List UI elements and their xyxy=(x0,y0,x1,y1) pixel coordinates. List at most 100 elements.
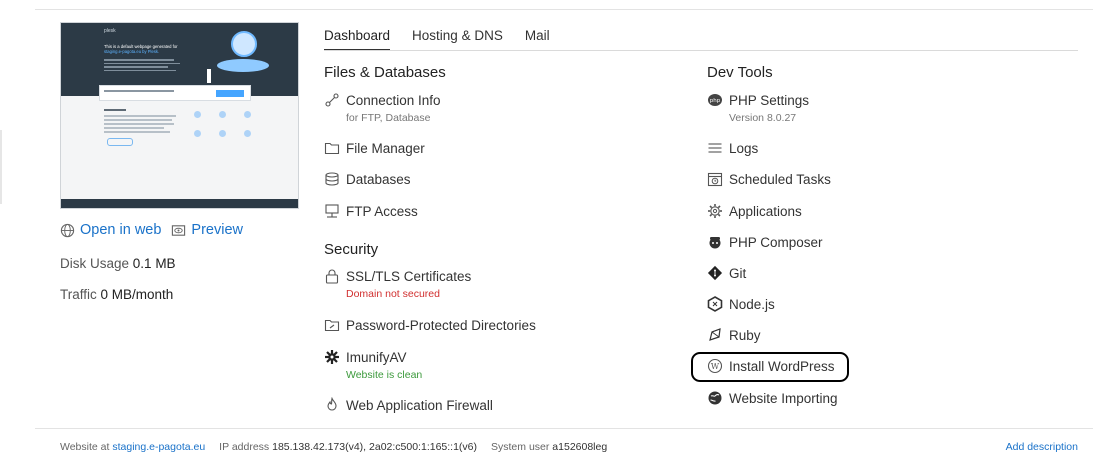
thumbnail-footer xyxy=(61,199,298,208)
ruby-icon xyxy=(707,327,723,343)
applications-item[interactable]: Applications xyxy=(707,204,802,220)
thumbnail-disc xyxy=(217,59,269,72)
thumbnail-text-lines xyxy=(104,59,184,73)
website-domain-link[interactable]: staging.e-pagota.eu xyxy=(112,441,205,453)
imunifyav-label: ImunifyAV xyxy=(346,350,407,365)
nodejs-icon xyxy=(707,296,723,312)
file-manager-label: File Manager xyxy=(346,141,425,156)
ruby-label: Ruby xyxy=(729,328,761,343)
php-icon: php xyxy=(707,92,723,108)
website-importing-label: Website Importing xyxy=(729,391,838,406)
preview-actions: Open in web Preview xyxy=(60,222,243,238)
thumbnail-body-text xyxy=(104,109,176,135)
folder-icon xyxy=(324,140,340,156)
thumbnail-orb xyxy=(231,31,257,57)
php-settings-item[interactable]: php PHP Settings Version 8.0.27 xyxy=(707,93,809,124)
left-edge-divider xyxy=(0,130,2,204)
ip-value: 185.138.42.173(v4), 2a02:c500:1:165::1(v… xyxy=(272,441,478,453)
protected-folder-icon xyxy=(324,317,340,333)
composer-icon xyxy=(707,234,723,250)
file-manager-item[interactable]: File Manager xyxy=(324,141,425,157)
ssl-certificates-item[interactable]: SSL/TLS Certificates Domain not secured xyxy=(324,269,471,300)
ssl-certificates-label: SSL/TLS Certificates xyxy=(346,269,472,284)
system-user-label: System user xyxy=(491,441,550,453)
thumbnail-figure xyxy=(207,69,211,83)
databases-item[interactable]: Databases xyxy=(324,172,411,188)
open-in-web-link[interactable]: Open in web xyxy=(80,222,161,238)
ftp-access-item[interactable]: FTP Access xyxy=(324,204,418,220)
nodejs-label: Node.js xyxy=(729,297,775,312)
tab-divider xyxy=(324,50,1078,51)
php-version: Version 8.0.27 xyxy=(729,112,797,124)
traffic-label: Traffic xyxy=(60,287,97,302)
top-divider xyxy=(35,9,1093,10)
php-composer-item[interactable]: PHP Composer xyxy=(707,235,823,251)
globe-import-icon xyxy=(707,390,723,406)
website-thumbnail[interactable]: plesk This is a default webpage generate… xyxy=(60,22,299,209)
files-databases-heading: Files & Databases xyxy=(324,64,446,81)
footer-divider xyxy=(35,428,1093,429)
tab-bar: Dashboard Hosting & DNS Mail xyxy=(324,28,572,51)
gear-icon xyxy=(707,203,723,219)
waf-item[interactable]: Web Application Firewall xyxy=(324,396,493,414)
connection-icon xyxy=(324,92,340,108)
preview-link[interactable]: Preview xyxy=(191,222,243,238)
logs-label: Logs xyxy=(729,141,759,156)
thumbnail-feature-icon xyxy=(194,111,201,118)
ruby-item[interactable]: Ruby xyxy=(707,328,761,344)
waf-label: Web Application Firewall xyxy=(346,398,493,413)
traffic: Traffic 0 MB/month xyxy=(60,287,173,302)
tab-mail[interactable]: Mail xyxy=(525,28,550,51)
scheduled-tasks-label: Scheduled Tasks xyxy=(729,172,831,187)
website-importing-item[interactable]: Website Importing xyxy=(707,391,838,407)
connection-info-item[interactable]: Connection Info for FTP, Database xyxy=(324,93,441,124)
eye-icon xyxy=(171,223,186,238)
git-icon xyxy=(707,265,723,281)
php-settings-label: PHP Settings xyxy=(729,93,810,108)
tab-dashboard[interactable]: Dashboard xyxy=(324,28,391,51)
thumbnail-band xyxy=(99,85,251,101)
php-composer-label: PHP Composer xyxy=(729,235,823,250)
tab-hosting-dns[interactable]: Hosting & DNS xyxy=(412,28,503,51)
thumbnail-feature-icon xyxy=(244,130,251,137)
highlight-annotation xyxy=(691,352,849,382)
logs-icon xyxy=(707,140,723,156)
ftp-icon xyxy=(324,203,340,219)
traffic-value: 0 MB/month xyxy=(100,287,174,302)
ip-label: IP address xyxy=(219,441,270,453)
connection-info-sub: for FTP, Database xyxy=(346,112,431,124)
website-info-footer: Website at staging.e-pagota.eu IP addres… xyxy=(60,441,607,453)
scheduled-tasks-item[interactable]: Scheduled Tasks xyxy=(707,172,831,188)
databases-label: Databases xyxy=(346,172,411,187)
add-description-link[interactable]: Add description xyxy=(1006,441,1078,453)
thumbnail-feature-icon xyxy=(219,111,226,118)
globe-icon xyxy=(60,223,75,238)
imunifyav-item[interactable]: ImunifyAV Website is clean xyxy=(324,350,422,381)
thumbnail-headline: This is a default webpage generated for … xyxy=(104,44,178,54)
password-protected-dirs-item[interactable]: Password-Protected Directories xyxy=(324,318,536,334)
thumbnail-feature-icon xyxy=(194,130,201,137)
website-label: Website at xyxy=(60,441,110,453)
thumbnail-feature-icon xyxy=(244,111,251,118)
lock-icon xyxy=(324,268,340,284)
git-label: Git xyxy=(729,266,747,281)
nodejs-item[interactable]: Node.js xyxy=(707,296,775,313)
logs-item[interactable]: Logs xyxy=(707,141,758,157)
imunifyav-status: Website is clean xyxy=(346,369,423,381)
thumbnail-headline-line2: staging.e-pagota.eu by Plesk. xyxy=(104,49,160,54)
security-heading: Security xyxy=(324,241,379,258)
thumbnail-brand: plesk xyxy=(104,28,116,34)
git-item[interactable]: Git xyxy=(707,265,747,282)
ftp-access-label: FTP Access xyxy=(346,204,418,219)
imunify-icon xyxy=(324,349,340,365)
thumbnail-button xyxy=(107,138,133,146)
thumbnail-feature-icon xyxy=(219,130,226,137)
password-protected-dirs-label: Password-Protected Directories xyxy=(346,318,536,333)
ssl-status: Domain not secured xyxy=(346,288,440,300)
calendar-clock-icon xyxy=(707,171,723,187)
database-icon xyxy=(324,171,340,187)
disk-usage: Disk Usage 0.1 MB xyxy=(60,256,176,271)
applications-label: Applications xyxy=(729,204,802,219)
connection-info-label: Connection Info xyxy=(346,93,441,108)
disk-usage-label: Disk Usage xyxy=(60,256,130,271)
